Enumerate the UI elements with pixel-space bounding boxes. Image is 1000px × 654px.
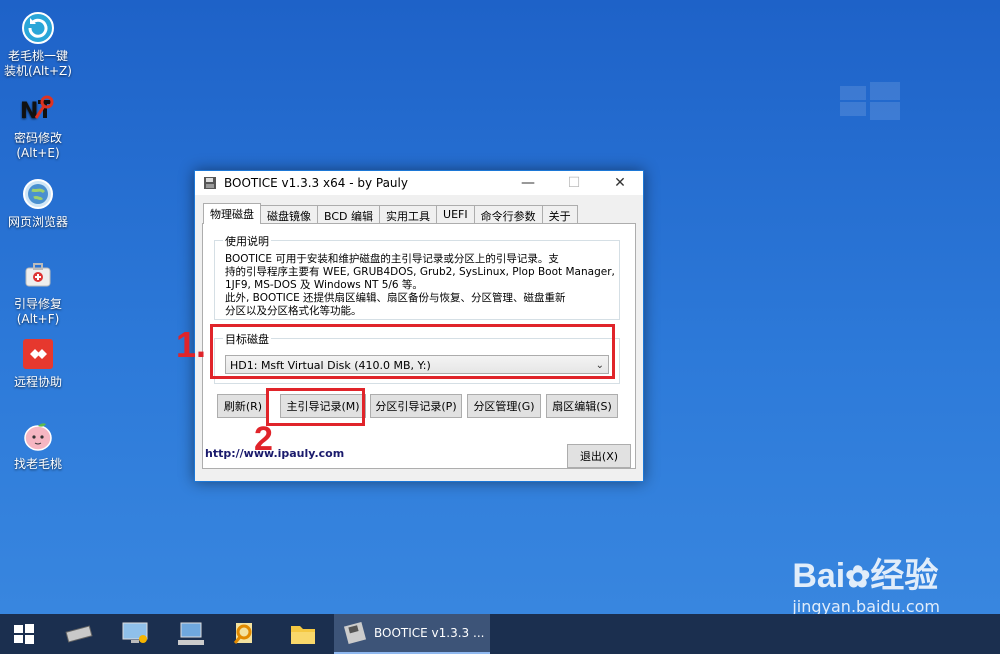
usage-line: 分区以及分区格式化等功能。 (225, 305, 362, 317)
step-2-label: 2 (254, 420, 273, 458)
globe-icon (20, 176, 56, 212)
floppy-disk-icon (344, 622, 366, 644)
desktop-icon-bootfix[interactable]: 引导修复 (Alt+F) (2, 258, 74, 327)
wallpaper-windows-logo (840, 82, 900, 120)
desktop-icon-install[interactable]: 老毛桃一键 装机(Alt+Z) (2, 10, 74, 79)
floppy-disk-icon (204, 177, 216, 189)
desktop-icon-label: 老毛桃一键 装机(Alt+Z) (4, 49, 72, 78)
peach-icon (20, 418, 56, 454)
desktop-icon-password[interactable]: N 密码修改 (Alt+E) (2, 92, 74, 161)
refresh-button[interactable]: 刷新(R) (217, 394, 269, 418)
monitor-keyboard-icon[interactable] (168, 614, 214, 654)
desktop-icon-label: 网页浏览器 (7, 215, 68, 229)
svg-text:N: N (20, 99, 38, 124)
step-1-label: 1. (176, 324, 207, 365)
partition-manage-button[interactable]: 分区管理(G) (467, 394, 541, 418)
start-icon[interactable] (0, 614, 48, 654)
usage-line: BOOTICE 可用于安装和维护磁盘的主引导记录或分区上的引导记录。支 (225, 253, 559, 265)
network-computer-icon[interactable] (112, 614, 158, 654)
sector-edit-button[interactable]: 扇区编辑(S) (546, 394, 618, 418)
taskbar: BOOTICE v1.3.3 ... (0, 614, 1000, 654)
paw-icon: ✿ (845, 561, 871, 594)
tab-cmdline[interactable]: 命令行参数 (473, 205, 543, 224)
tab-physical-disk[interactable]: 物理磁盘 (203, 203, 261, 224)
refresh-install-icon (20, 10, 56, 46)
desktop-icon-peach[interactable]: 找老毛桃 (2, 418, 74, 472)
close-button[interactable]: ✕ (597, 171, 643, 195)
tab-utilities[interactable]: 实用工具 (379, 205, 438, 224)
desktop-icon-label: 找老毛桃 (13, 457, 62, 471)
remote-assist-icon (20, 336, 56, 372)
tab-disk-image[interactable]: 磁盘镜像 (260, 205, 318, 224)
window-title: BOOTICE v1.3.3 x64 - by Pauly (224, 176, 408, 190)
usage-description: BOOTICE 可用于安装和维护磁盘的主引导记录或分区上的引导记录。支 持的引导… (225, 253, 615, 318)
usage-line: 1JF9, MS-DOS 及 Windows NT 5/6 等。 (225, 279, 423, 291)
exit-button[interactable]: 退出(X) (567, 444, 631, 468)
usage-line: 此外, BOOTICE 还提供扇区编辑、扇区备份与恢复、分区管理、磁盘重新 (225, 292, 566, 304)
tab-strip: 物理磁盘 磁盘镜像 BCD 编辑 实用工具 UEFI 命令行参数 关于 (203, 203, 578, 224)
usage-group-title: 使用说明 (223, 233, 271, 249)
taskbar-bootice-label: BOOTICE v1.3.3 ... (374, 626, 485, 640)
baidu-watermark: Bai✿经验 jingyan.baidu.com (792, 548, 940, 616)
nt-password-icon: N (20, 92, 56, 128)
tab-uefi[interactable]: UEFI (436, 205, 475, 224)
minimize-button[interactable]: — (505, 171, 551, 195)
usage-group: 使用说明 BOOTICE 可用于安装和维护磁盘的主引导记录或分区上的引导记录。支… (214, 233, 620, 320)
taskbar-bootice-button[interactable]: BOOTICE v1.3.3 ... (334, 614, 490, 654)
search-doc-icon[interactable] (222, 614, 268, 654)
desktop-icon-remote[interactable]: 远程协助 (2, 336, 74, 390)
desktop-icon-label: 密码修改 (Alt+E) (13, 131, 62, 160)
maximize-button[interactable]: ☐ (551, 171, 597, 195)
pbr-button[interactable]: 分区引导记录(P) (370, 394, 462, 418)
watermark-brand: Bai (792, 557, 846, 595)
first-aid-icon (20, 258, 56, 294)
pauly-link[interactable]: http://www.ipauly.com (205, 447, 344, 460)
chip-icon[interactable] (56, 614, 102, 654)
desktop-icon-label: 引导修复 (Alt+F) (13, 297, 62, 326)
tab-about[interactable]: 关于 (541, 205, 578, 224)
desktop-icon-browser[interactable]: 网页浏览器 (2, 176, 74, 230)
usage-line: 持的引导程序主要有 WEE, GRUB4DOS, Grub2, SysLinux… (225, 266, 615, 278)
tab-bcd-edit[interactable]: BCD 编辑 (317, 205, 381, 224)
folder-icon[interactable] (280, 614, 326, 654)
watermark-brand-cn: 经验 (870, 557, 939, 595)
title-bar[interactable]: BOOTICE v1.3.3 x64 - by Pauly — ☐ ✕ (195, 171, 643, 195)
highlight-target-disk (210, 324, 615, 379)
desktop-icon-label: 远程协助 (13, 375, 62, 389)
highlight-mbr-button (266, 388, 365, 426)
